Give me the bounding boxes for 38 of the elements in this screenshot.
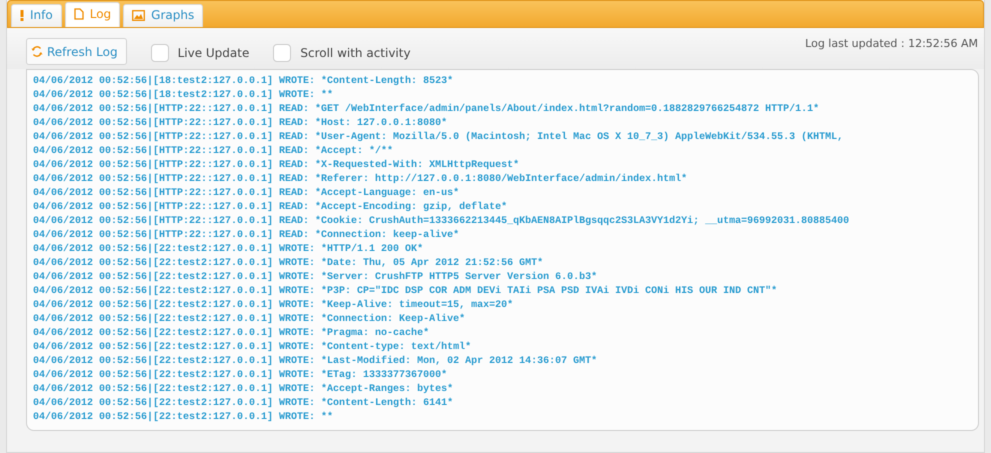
log-line: 04/06/2012 00:52:56|[HTTP:22::127.0.0.1] READ: *GET /WebInterface/admin/panels/About/index.html?random=0.1882829766254872 HTTP/1.1* <box>33 103 820 117</box>
log-line: 04/06/2012 00:52:56|[HTTP:22::127.0.0.1] READ: *Accept-Language: en-us* <box>33 187 460 201</box>
refresh-button[interactable]: Refresh Log <box>26 38 127 65</box>
checkbox[interactable] <box>150 44 169 62</box>
log-line: 04/06/2012 00:52:56|[HTTP:22::127.0.0.1] READ: *Referer: http://127.0.0.1:8080/WebInterface/admin/index.html* <box>33 173 688 187</box>
log-line: 04/06/2012 00:52:56|[22:test2:127.0.0.1] WROTE: *Connection: Keep-Alive* <box>33 313 466 327</box>
log-line: 04/06/2012 00:52:56|[22:test2:127.0.0.1] WROTE: *Server: CrushFTP HTTP5 Server Version 6.0.b3* <box>33 271 598 285</box>
log-line: 04/06/2012 00:52:56|[HTTP:22::127.0.0.1] READ: *Connection: keep-alive* <box>33 229 460 243</box>
log-line: 04/06/2012 00:52:56|[HTTP:22::127.0.0.1] READ: *Host: 127.0.0.1:8080* <box>33 117 448 131</box>
log-line: 04/06/2012 00:52:56|[HTTP:22::127.0.0.1] READ: *Accept-Encoding: gzip, deflate* <box>33 201 508 215</box>
picture-icon <box>132 10 146 20</box>
log-line: 04/06/2012 00:52:56|[22:test2:127.0.0.1] WROTE: *Content-type: text/html* <box>33 341 472 355</box>
log-line: 04/06/2012 00:52:56|[22:test2:127.0.0.1] WROTE: *HTTP/1.1 200 OK* <box>33 243 424 257</box>
log-line: 04/06/2012 00:52:56|[HTTP:22::127.0.0.1] READ: *Cookie: CrushAuth=1333662213445_qKbAEN8AIPlBgsqqc2S3LA3VY1d2Yi; __utma=96992031.80885400 <box>33 215 850 229</box>
option-label: Live Update <box>178 45 250 62</box>
log-line: 04/06/2012 00:52:56|[22:test2:127.0.0.1] WROTE: *Date: Thu, 05 Apr 2012 21:52:56 GMT* <box>33 257 544 271</box>
log-line: 04/06/2012 00:52:56|[22:test2:127.0.0.1] WROTE: *Pragma: no-cache* <box>33 327 430 341</box>
page-icon <box>74 8 84 20</box>
tab[interactable]: Log <box>64 2 120 27</box>
log-line: 04/06/2012 00:52:56|[HTTP:22::127.0.0.1] READ: *X-Requested-With: XMLHttpRequest* <box>33 159 520 173</box>
log-line: 04/06/2012 00:52:56|[HTTP:22::127.0.0.1] READ: *Accept: */** <box>33 145 394 159</box>
log-line: 04/06/2012 00:52:56|[18:test2:127.0.0.1] WROTE: ** <box>33 89 334 103</box>
log-line: 04/06/2012 00:52:56|[22:test2:127.0.0.1] WROTE: *Keep-Alive: timeout=15, max=20* <box>33 299 514 313</box>
tab[interactable]: Info <box>11 4 62 27</box>
log-line: 04/06/2012 00:52:56|[22:test2:127.0.0.1] WROTE: *Content-Length: 6141* <box>33 397 454 411</box>
tab[interactable]: Graphs <box>123 4 204 27</box>
exclamation-icon <box>20 10 24 20</box>
refresh-icon <box>31 45 43 58</box>
log-line: 04/06/2012 00:52:56|[22:test2:127.0.0.1] WROTE: *P3P: CP="IDC DSP COR ADM DEVi TAIi PSA PSD IVAi IVDi CONi HIS OUR IND CNT"* <box>33 285 778 299</box>
log-line: 04/06/2012 00:52:56|[HTTP:22::127.0.0.1] READ: *User-Agent: Mozilla/5.0 (Macintosh; Intel Mac OS X 10_7_3) AppleWebKit/534.55.3 (KHTML, <box>33 131 844 145</box>
checkbox[interactable] <box>273 44 292 62</box>
log-line: 04/06/2012 00:52:56|[22:test2:127.0.0.1] WROTE: *Accept-Ranges: bytes* <box>33 383 454 397</box>
log-line: 04/06/2012 00:52:56|[18:test2:127.0.0.1] WROTE: *Content-Length: 8523* <box>33 75 454 89</box>
log-line: 04/06/2012 00:52:56|[22:test2:127.0.0.1] WROTE: ** <box>33 411 334 425</box>
last-updated-text: Log last updated : 12:52:56 AM <box>805 36 978 52</box>
option-label: Scroll with activity <box>300 45 411 62</box>
log-line: 04/06/2012 00:52:56|[22:test2:127.0.0.1] WROTE: *Last-Modified: Mon, 02 Apr 2012 14:36:07 GMT* <box>33 355 598 369</box>
log-line: 04/06/2012 00:52:56|[22:test2:127.0.0.1] WROTE: *ETag: 1333377367000* <box>33 369 448 383</box>
